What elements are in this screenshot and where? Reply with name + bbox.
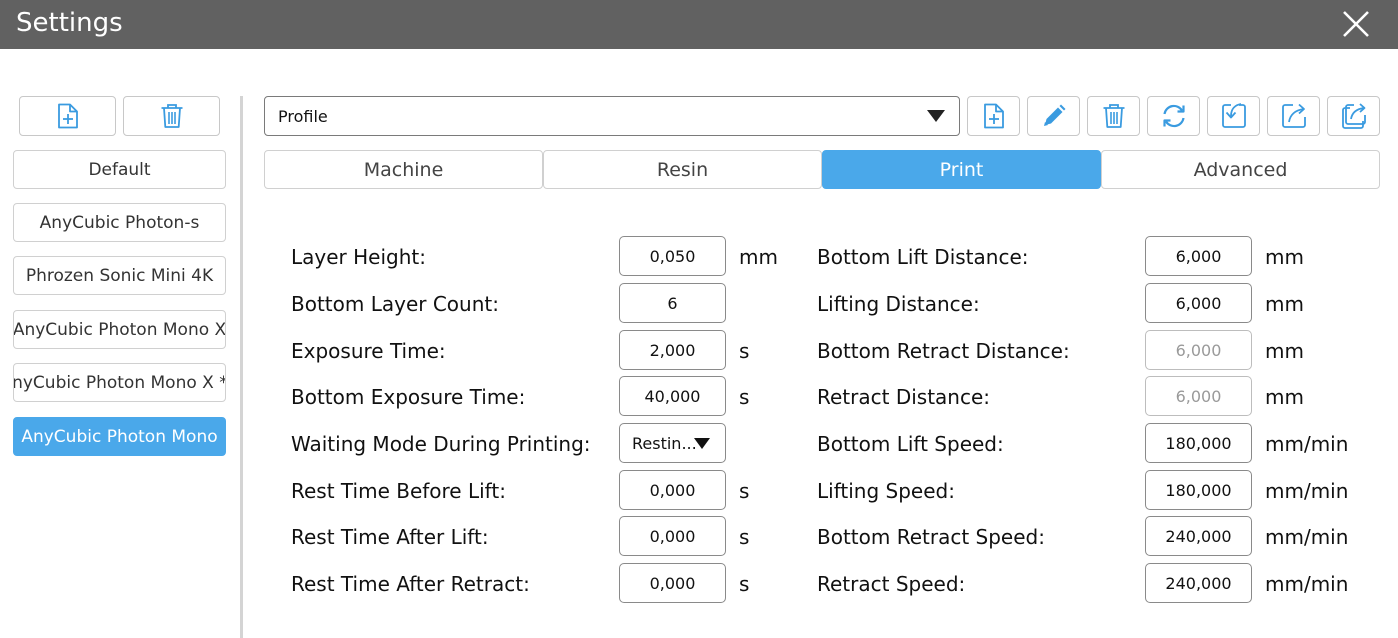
layer-height-input[interactable]: 0,050 [619,236,726,276]
rest-time-after-retract-input[interactable]: 0,000 [619,563,726,603]
layer-height-label: Layer Height: [291,245,426,269]
trash-icon [1103,104,1124,128]
rest-time-after-retract-unit: s [739,572,750,596]
exposure-time-label: Exposure Time: [291,339,446,363]
add-profile-button[interactable] [19,96,116,136]
lifting-speed-input[interactable]: 180,000 [1145,470,1252,510]
lifting-speed-unit: mm/min [1265,479,1349,503]
bottom-exposure-time-unit: s [739,385,750,409]
tab-resin[interactable]: Resin [543,150,822,189]
import-button[interactable] [1207,96,1260,136]
retract-distance-input: 6,000 [1145,376,1252,416]
chevron-down-icon [927,110,945,122]
retract-speed-input[interactable]: 240,000 [1145,563,1252,603]
bottom-exposure-time-label: Bottom Exposure Time: [291,385,526,409]
new-file-icon [57,103,78,129]
rest-time-after-lift-label: Rest Time After Lift: [291,525,489,549]
bottom-retract-speed-input[interactable]: 240,000 [1145,516,1252,556]
rest-time-after-retract-label: Rest Time After Retract: [291,572,530,596]
rest-time-before-lift-label: Rest Time Before Lift: [291,479,506,503]
bottom-layer-count-input[interactable]: 6 [619,283,726,323]
trash-icon [161,104,182,128]
profile-select[interactable]: Profile [264,96,960,136]
new-file-icon [983,103,1004,129]
bottom-lift-distance-input[interactable]: 6,000 [1145,236,1252,276]
bottom-retract-distance-unit: mm [1265,339,1304,363]
bottom-lift-distance-label: Bottom Lift Distance: [817,245,1029,269]
profile-item-default[interactable]: Default [13,150,226,189]
refresh-button[interactable] [1147,96,1200,136]
bottom-retract-speed-label: Bottom Retract Speed: [817,525,1045,549]
rest-time-before-lift-unit: s [739,479,750,503]
delete-profile-button[interactable] [123,96,220,136]
waiting-mode-value: Restin... [632,433,697,453]
profile-select-value: Profile [278,107,328,126]
window-title: Settings [16,8,123,38]
pencil-icon [1043,104,1065,126]
exposure-time-input[interactable]: 2,000 [619,330,726,370]
export-button[interactable] [1267,96,1320,136]
refresh-icon [1162,104,1185,128]
delete-button[interactable] [1087,96,1140,136]
profile-item-phrozen-sonic-mini-4k[interactable]: Phrozen Sonic Mini 4K [13,256,226,295]
bottom-lift-speed-label: Bottom Lift Speed: [817,432,1004,456]
import-icon [1221,103,1246,128]
chevron-down-icon [694,438,710,449]
export-copy-button[interactable] [1327,96,1380,136]
rest-time-after-lift-unit: s [739,525,750,549]
export-icon [1281,103,1306,128]
profile-item-anycubic-photon-mono-x-1[interactable]: AnyCubic Photon Mono X *1 [13,363,226,402]
bottom-layer-count-label: Bottom Layer Count: [291,292,499,316]
bottom-lift-distance-unit: mm [1265,245,1304,269]
retract-distance-label: Retract Distance: [817,385,991,409]
profile-item-anycubic-photon-mono[interactable]: AnyCubic Photon Mono [13,417,226,456]
lifting-distance-label: Lifting Distance: [817,292,980,316]
new-profile-button[interactable] [967,96,1020,136]
tab-advanced[interactable]: Advanced [1101,150,1380,189]
bottom-retract-distance-input: 6,000 [1145,330,1252,370]
retract-speed-label: Retract Speed: [817,572,966,596]
close-button[interactable] [1338,6,1374,42]
bottom-lift-speed-unit: mm/min [1265,432,1349,456]
tab-machine[interactable]: Machine [264,150,543,189]
edit-profile-button[interactable] [1027,96,1080,136]
bottom-retract-speed-unit: mm/min [1265,525,1349,549]
rest-time-before-lift-input[interactable]: 0,000 [619,470,726,510]
layer-height-unit: mm [739,245,778,269]
lifting-speed-label: Lifting Speed: [817,479,955,503]
close-icon [1343,11,1369,37]
bottom-lift-speed-input[interactable]: 180,000 [1145,423,1252,463]
waiting-mode-select[interactable]: Restin... [619,423,726,463]
lifting-distance-unit: mm [1265,292,1304,316]
lifting-distance-input[interactable]: 6,000 [1145,283,1252,323]
sidebar-divider [240,96,243,638]
bottom-exposure-time-input[interactable]: 40,000 [619,376,726,416]
rest-time-after-lift-input[interactable]: 0,000 [619,516,726,556]
bottom-retract-distance-label: Bottom Retract Distance: [817,339,1070,363]
export-copy-icon [1341,103,1366,129]
profile-item-anycubic-photon-mono-x[interactable]: AnyCubic Photon Mono X [13,310,226,349]
retract-speed-unit: mm/min [1265,572,1349,596]
profile-item-anycubic-photon-s[interactable]: AnyCubic Photon-s [13,203,226,242]
retract-distance-unit: mm [1265,385,1304,409]
exposure-time-unit: s [739,339,750,363]
title-bar: Settings [0,0,1398,49]
tab-print[interactable]: Print [822,150,1101,189]
waiting-mode-label: Waiting Mode During Printing: [291,432,591,456]
